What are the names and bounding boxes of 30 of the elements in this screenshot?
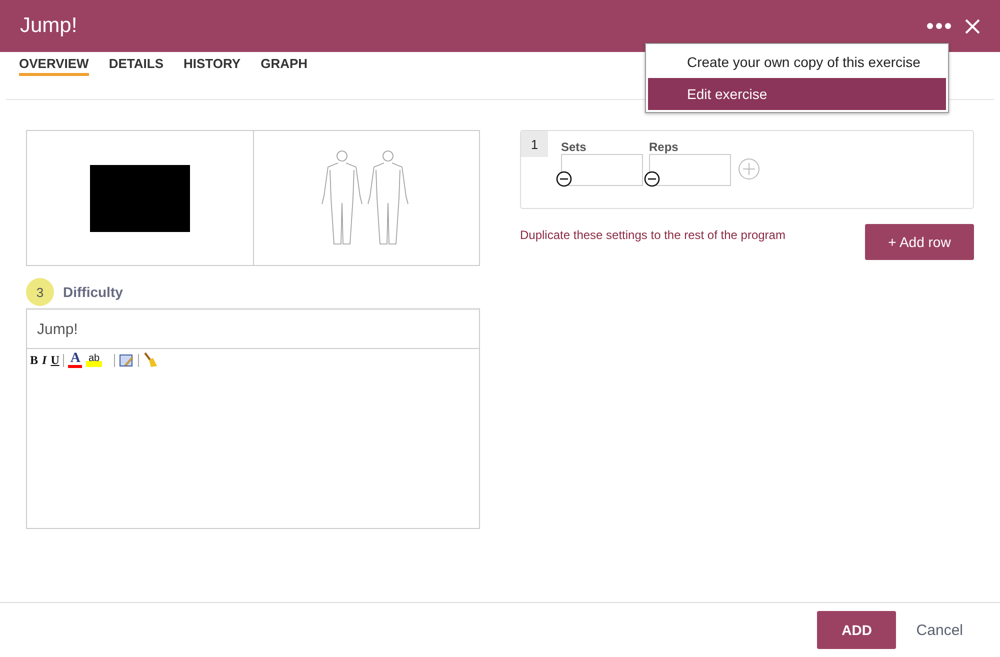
cancel-button[interactable]: Cancel [916,622,963,638]
add-row-button[interactable]: + Add row [865,224,974,260]
add-button[interactable]: ADD [817,611,896,649]
font-color-button[interactable]: A [68,352,82,368]
field-label: Reps [649,140,680,154]
underline-button[interactable]: U [50,352,60,368]
edit-page-icon[interactable] [118,352,134,368]
difficulty-badge: 3 [26,278,54,306]
duplicate-link[interactable]: Duplicate these settings to the rest of the program [520,228,786,260]
tab[interactable]: OVERVIEW [19,56,89,76]
tab[interactable]: DETAILS [108,56,164,76]
minus-icon[interactable] [644,171,660,187]
text-editor[interactable]: B I U A ab [26,349,480,529]
italic-button[interactable]: I [42,352,47,368]
bold-button[interactable]: B [30,352,38,368]
number-field[interactable] [649,154,731,186]
more-icon[interactable] [927,23,951,29]
menu-item[interactable]: Edit exercise [648,78,946,110]
tab[interactable]: HISTORY [184,56,241,76]
highlight-button[interactable]: ab [86,354,102,366]
number-field[interactable] [561,154,643,186]
window-title: Jump! [20,14,78,38]
row-number: 1 [521,131,548,157]
broom-icon[interactable] [142,352,158,368]
difficulty-label: Difficulty [63,284,123,300]
close-icon[interactable] [965,18,980,34]
field-label: Sets [561,140,588,154]
name-field[interactable]: Jump! [26,308,480,349]
tab[interactable]: GRAPH [260,56,308,76]
minus-icon[interactable] [556,171,572,187]
